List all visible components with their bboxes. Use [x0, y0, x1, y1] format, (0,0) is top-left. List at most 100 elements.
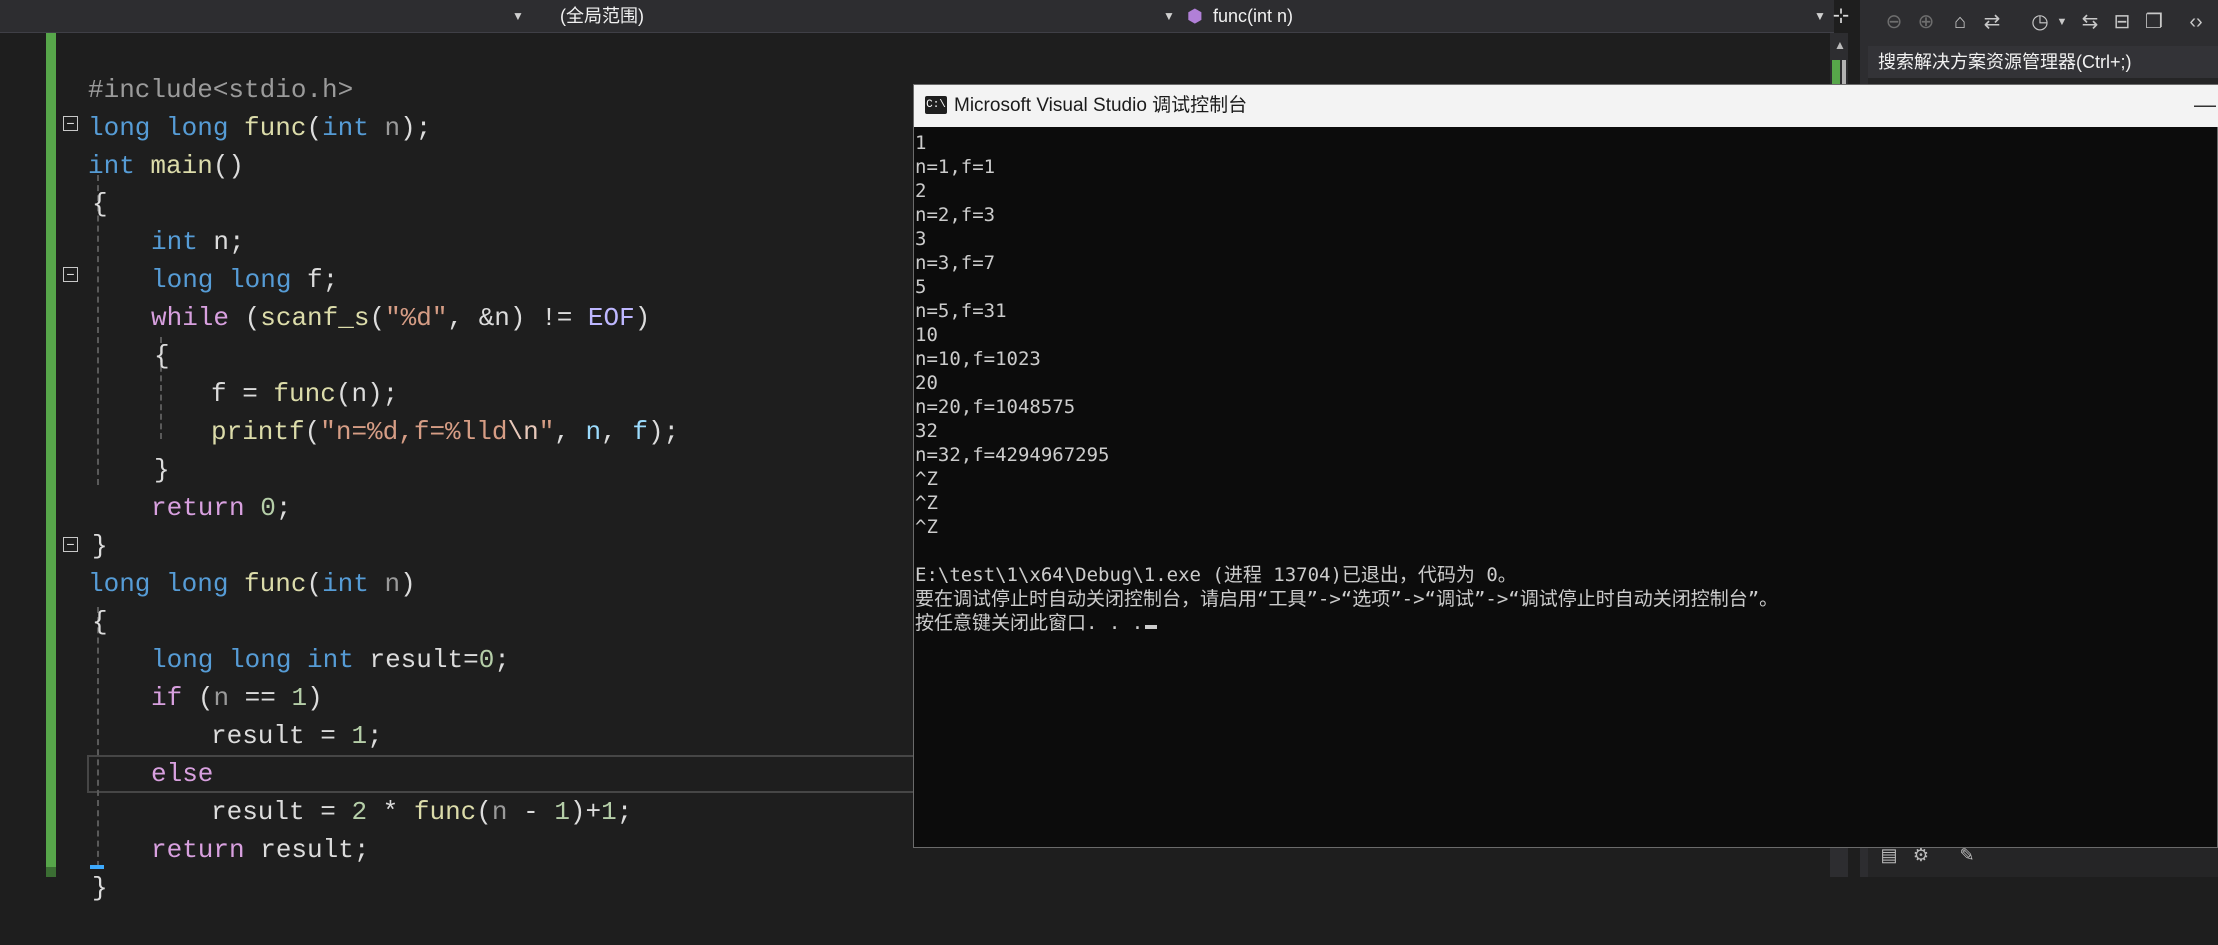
code-token: }	[154, 455, 170, 485]
code-line: long long func(int n);	[0, 71, 431, 143]
member-dropdown[interactable]: func(int n)	[1213, 0, 1293, 32]
indent-guide	[97, 607, 99, 867]
code-token: ,	[554, 417, 586, 447]
code-token: result	[244, 835, 354, 865]
collapse-all-icon[interactable]: ⊟	[2110, 10, 2134, 34]
console-title-bar[interactable]: C:\ Microsoft Visual Studio 调试控制台 —	[914, 85, 2218, 127]
home-icon[interactable]: ⌂	[1948, 10, 1972, 34]
code-line: }	[0, 413, 170, 485]
code-token: long	[88, 113, 151, 143]
code-token: );	[647, 417, 680, 447]
code-token: "%d"	[385, 303, 448, 333]
code-token: long	[150, 569, 229, 599]
code-token: *	[367, 797, 414, 827]
solution-explorer-toolbar: ⊖ ⊕ ⌂ ⇄ ◷ ▼ ⇆ ⊟ ❐ ‹›	[1868, 0, 2218, 46]
code-token: )	[307, 683, 323, 713]
code-token: n	[351, 379, 368, 409]
code-token: f	[291, 265, 323, 295]
code-token: )	[634, 303, 651, 333]
code-line: long long int result=0;	[0, 603, 510, 675]
scrollbar-change-marker	[1832, 60, 1840, 84]
code-line: {	[0, 565, 108, 637]
back-arrow-icon[interactable]: ⊖	[1882, 10, 1906, 34]
method-cube-icon: ⬢	[1187, 6, 1203, 26]
scope-dropdown[interactable]: (全局范围)	[560, 0, 644, 32]
sync-arrows-icon[interactable]: ⇆	[2078, 10, 2102, 34]
console-app-icon: C:\	[925, 96, 947, 114]
code-token: long	[151, 645, 214, 675]
console-line: ^Z	[915, 516, 938, 538]
code-token: (	[182, 683, 214, 713]
scrollbar-thumb[interactable]	[1842, 60, 1846, 84]
console-line: 要在调试停止时自动关闭控制台，请启用“工具”->“选项”->“调试”->“调试停…	[915, 588, 1779, 610]
code-token: int	[322, 569, 369, 599]
history-clock-icon[interactable]: ◷	[2028, 10, 2052, 34]
code-line: f = func(n);	[0, 337, 398, 409]
code-token: );	[400, 113, 432, 143]
scroll-up-arrow-icon[interactable]: ▲	[1834, 38, 1846, 52]
code-token: else	[151, 759, 214, 789]
console-line: 5	[915, 276, 927, 298]
debug-console-window[interactable]: C:\ Microsoft Visual Studio 调试控制台 — 1 n=…	[913, 84, 2218, 848]
minimize-icon[interactable]: —	[2194, 85, 2216, 125]
code-token: ) !=	[509, 303, 588, 333]
code-token: long	[150, 113, 229, 143]
console-line: n=3,f=7	[915, 252, 996, 274]
console-line: 2	[915, 180, 927, 202]
code-line: printf("n=%d,f=%lld\n", n, f);	[0, 375, 679, 447]
code-line: long long f;	[0, 223, 338, 295]
split-window-icon[interactable]: ⊹	[1830, 4, 1852, 28]
code-token: 1	[351, 721, 368, 751]
code-line: result = 1;	[0, 679, 383, 751]
code-token: long	[151, 265, 214, 295]
console-line: 3	[915, 228, 927, 250]
code-token: n	[213, 683, 230, 713]
code-token: n	[368, 569, 401, 599]
code-token: {	[154, 341, 170, 371]
forward-arrow-icon[interactable]: ⊕	[1914, 10, 1938, 34]
code-token: =	[463, 645, 479, 675]
code-token: n	[491, 797, 508, 827]
console-line: 32	[915, 420, 938, 442]
code-token: int	[322, 113, 369, 143]
console-title: Microsoft Visual Studio 调试控制台	[954, 95, 1248, 116]
copy-icon[interactable]: ❐	[2142, 10, 2166, 34]
code-token: n	[368, 113, 401, 143]
code-token: ,	[601, 417, 633, 447]
scope-dropdown-arrow-icon[interactable]: ▼	[1163, 0, 1175, 32]
code-token: ;	[353, 835, 370, 865]
code-line: }	[0, 831, 108, 903]
member-dropdown-arrow-icon[interactable]: ▼	[1814, 0, 1826, 32]
code-view-icon[interactable]: ‹›	[2184, 10, 2208, 34]
code-token: (	[476, 797, 492, 827]
console-line: ^Z	[915, 492, 938, 514]
code-token: ==	[229, 683, 292, 713]
project-dropdown-arrow-icon[interactable]: ▼	[512, 0, 524, 32]
code-token: f	[211, 379, 227, 409]
code-token: ;	[616, 797, 633, 827]
code-line: {	[0, 147, 108, 219]
solution-search-box[interactable]: 搜索解决方案资源管理器(Ctrl+;)	[1868, 46, 2218, 78]
console-line: n=1,f=1	[915, 156, 996, 178]
code-token: 1	[554, 797, 570, 827]
solution-search-placeholder: 搜索解决方案资源管理器(Ctrl+;)	[1878, 52, 2132, 72]
code-token: func	[413, 797, 477, 827]
code-token: 0	[260, 493, 276, 523]
console-line: n=5,f=31	[915, 300, 1007, 322]
code-token: f	[632, 417, 648, 447]
code-token: -	[507, 797, 555, 827]
code-token: 0	[478, 645, 495, 675]
code-token: int	[88, 151, 135, 181]
code-line: long long func(int n)	[0, 527, 416, 599]
code-token: n	[197, 227, 230, 257]
visual-studio-switch-icon[interactable]: ⇄	[1980, 10, 2004, 34]
code-token: return	[151, 493, 245, 523]
code-token: EOF	[587, 303, 635, 333]
history-dropdown-arrow-icon[interactable]: ▼	[2050, 10, 2074, 34]
console-line: n=10,f=1023	[915, 348, 1041, 370]
code-token: 1	[291, 683, 308, 713]
code-token: func	[228, 569, 307, 599]
console-cursor	[1145, 625, 1158, 629]
